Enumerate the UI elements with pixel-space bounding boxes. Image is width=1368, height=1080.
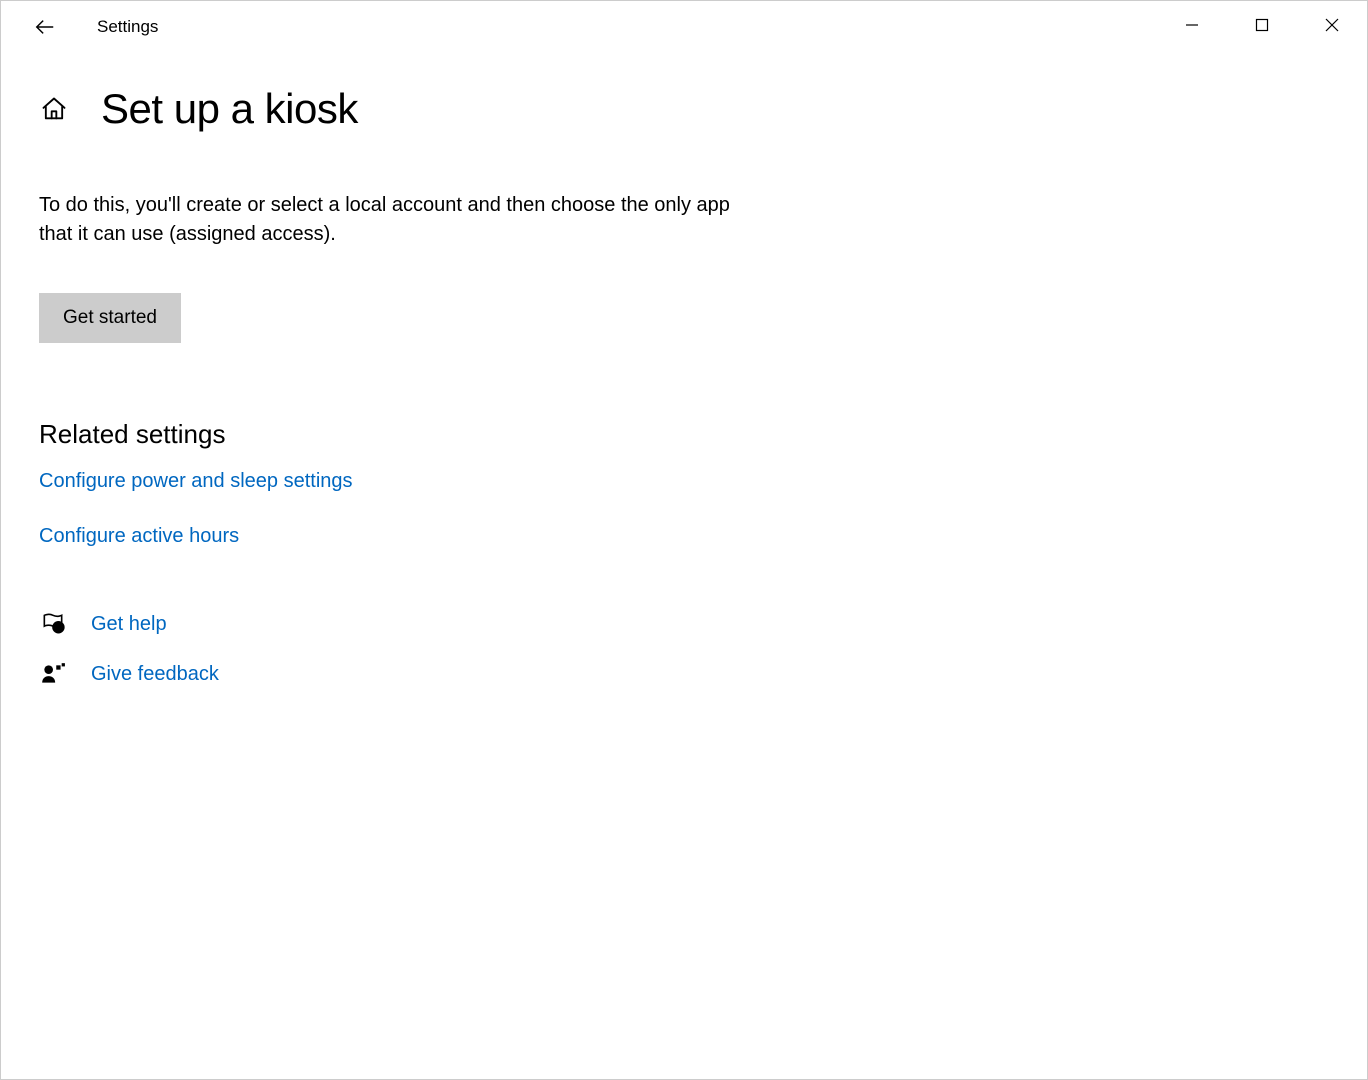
give-feedback-link[interactable]: Give feedback [91, 663, 219, 686]
page-title: Set up a kiosk [101, 85, 358, 133]
home-icon[interactable] [39, 94, 69, 124]
page-description: To do this, you'll create or select a lo… [39, 191, 739, 249]
app-title: Settings [97, 17, 158, 37]
minimize-icon [1185, 18, 1199, 32]
window-controls [1157, 1, 1367, 49]
close-button[interactable] [1297, 1, 1367, 49]
help-icon: ? [39, 610, 67, 638]
feedback-icon [39, 660, 67, 688]
support-links: ? Get help Give feedback [39, 610, 781, 688]
link-configure-power-sleep[interactable]: Configure power and sleep settings [39, 470, 781, 493]
link-configure-active-hours[interactable]: Configure active hours [39, 525, 781, 548]
get-started-button[interactable]: Get started [39, 293, 181, 343]
page-header: Set up a kiosk [39, 85, 781, 133]
minimize-button[interactable] [1157, 1, 1227, 49]
back-arrow-icon [34, 16, 56, 38]
give-feedback-row: Give feedback [39, 660, 781, 688]
related-settings-heading: Related settings [39, 419, 781, 450]
close-icon [1325, 18, 1339, 32]
content-area: Set up a kiosk To do this, you'll create… [1, 53, 781, 688]
get-help-link[interactable]: Get help [91, 613, 167, 636]
maximize-button[interactable] [1227, 1, 1297, 49]
titlebar: Settings [1, 1, 1367, 53]
back-button[interactable] [25, 7, 65, 47]
maximize-icon [1255, 18, 1269, 32]
get-help-row: ? Get help [39, 610, 781, 638]
svg-text:?: ? [56, 624, 61, 633]
